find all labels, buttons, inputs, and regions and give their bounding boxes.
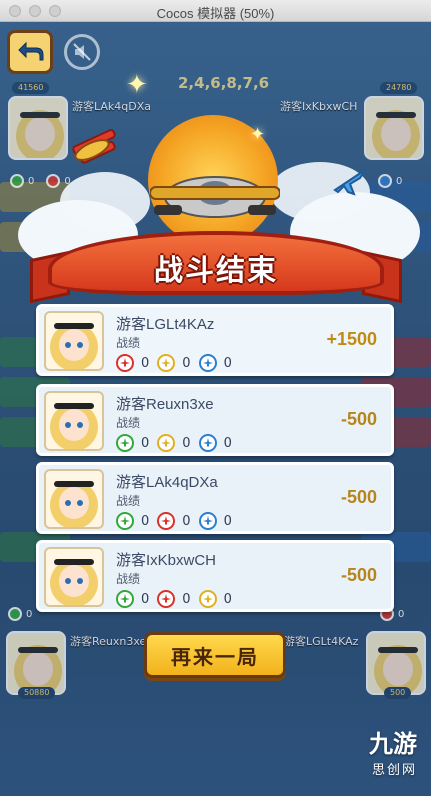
plane-stats: 0 0 0 (116, 434, 240, 452)
avatar (8, 96, 68, 160)
score-delta: -500 (340, 565, 377, 585)
corner-player-name: 游客Reuxn3xe (70, 635, 147, 648)
coin-count: 50880 (18, 687, 56, 699)
coin-count: 24780 (380, 82, 418, 94)
yellow-plane-icon (157, 354, 176, 372)
record-label: 战绩 (116, 494, 141, 508)
blue-plane-icon (198, 434, 217, 452)
red-plane-icon (116, 354, 134, 372)
watermark-bottom: 思创网 (371, 763, 417, 778)
result-row: 游客IxKbxwCH 战绩 0 0 0 -500 (36, 540, 394, 612)
yellow-plane-icon (198, 590, 217, 608)
back-arrow-icon (18, 41, 44, 61)
game-stage: 2,4,6,8,7,6 41560 游客LAk4qDXa 0 0 24780 游… (0, 22, 431, 796)
red-plane-icon (157, 512, 176, 530)
record-label: 战绩 (116, 416, 141, 430)
red-plane-icon (157, 590, 176, 608)
record-label: 战绩 (116, 572, 141, 586)
plane-stats: 0 0 0 (116, 590, 240, 608)
corner-player-name: 游客LAk4qDXa (72, 100, 152, 113)
window-title: Cocos 模拟器 (50%) (156, 6, 275, 21)
avatar (364, 96, 424, 160)
avatar (366, 631, 426, 695)
corner-player-stats: 0 (378, 174, 402, 188)
player-name: 游客LGLt4KAz (116, 316, 215, 333)
coin-count: 500 (384, 687, 412, 699)
sound-off-icon (73, 43, 91, 61)
blue-jet-icon (333, 169, 366, 196)
sparkle-icon: ✦ (126, 70, 148, 100)
coin-count: 41560 (12, 82, 50, 94)
board-score-readout: 2,4,6,8,7,6 (178, 74, 270, 92)
avatar (44, 391, 104, 451)
result-row: 游客LGLt4KAz 战绩 0 0 0 +1500 (36, 304, 394, 376)
score-delta: -500 (340, 409, 377, 429)
avatar (44, 311, 104, 371)
blue-plane-icon (198, 512, 217, 530)
avatar (6, 631, 66, 695)
avatar (44, 547, 104, 607)
red-biplane-icon (72, 129, 116, 164)
result-row: 游客Reuxn3xe 战绩 0 0 0 -500 (36, 384, 394, 456)
yellow-plane-icon (157, 434, 176, 452)
back-button[interactable] (7, 30, 53, 74)
blue-plane-icon (198, 354, 217, 372)
green-plane-icon (116, 590, 134, 608)
watermark-logo: 九游 思创网 (369, 724, 417, 778)
result-row: 游客LAk4qDXa 战绩 0 0 0 -500 (36, 462, 394, 534)
corner-player-stats: 0 0 (10, 174, 71, 188)
result-banner: 战斗结束 (30, 217, 402, 317)
play-again-button[interactable]: 再来一局 (144, 632, 286, 678)
green-plane-icon (116, 512, 134, 530)
avatar (44, 469, 104, 529)
green-plane-icon (116, 434, 134, 452)
window-titlebar: Cocos 模拟器 (50%) (0, 0, 431, 22)
score-delta: -500 (340, 487, 377, 507)
corner-player-name: 游客IxKbxwCH (280, 100, 358, 113)
corner-player-name: 游客LGLt4KAz (284, 635, 359, 648)
player-name: 游客IxKbxwCH (116, 552, 217, 569)
plane-stats: 0 0 0 (116, 512, 240, 530)
mute-button[interactable] (64, 34, 100, 70)
plane-stats: 0 0 0 (116, 354, 240, 372)
sparkle-icon: ✦ (250, 124, 266, 145)
player-name: 游客Reuxn3xe (116, 396, 214, 413)
record-label: 战绩 (116, 336, 141, 350)
watermark-top: 九游 (369, 730, 417, 758)
banner-title: 战斗结束 (153, 253, 278, 287)
player-name: 游客LAk4qDXa (116, 474, 218, 491)
score-delta: +1500 (326, 329, 377, 349)
corner-player-stats: 0 (8, 607, 32, 621)
